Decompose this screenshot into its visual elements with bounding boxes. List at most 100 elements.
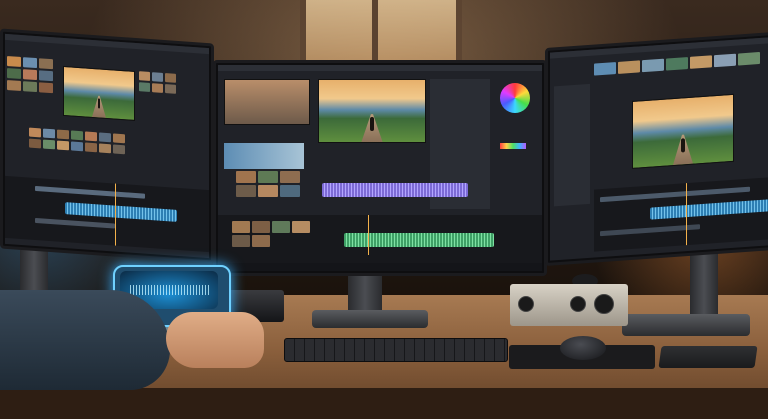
person-silhouette (97, 98, 101, 109)
clip-thumbnail[interactable] (618, 60, 640, 74)
clip-thumbnail[interactable] (152, 83, 163, 93)
clip-thumbnail[interactable] (39, 82, 53, 94)
audio-interface (510, 284, 628, 326)
center-monitor (213, 60, 547, 276)
clip-thumbnail[interactable] (99, 132, 111, 143)
clip-thumbnail[interactable] (152, 72, 163, 82)
program-preview[interactable] (632, 93, 734, 169)
left-monitor-screen (5, 33, 209, 259)
clip-thumbnail[interactable] (272, 221, 290, 233)
clip-thumbnail[interactable] (113, 144, 125, 155)
right-monitor (545, 31, 768, 267)
person-hand (166, 312, 264, 368)
clip-thumbnail[interactable] (252, 221, 270, 233)
clip-thumbnail[interactable] (642, 58, 664, 73)
clip-thumbnail[interactable] (139, 71, 150, 82)
mouse[interactable] (560, 336, 606, 360)
clip-thumbnail[interactable] (738, 51, 760, 66)
playhead[interactable] (115, 183, 116, 246)
source-preview[interactable] (224, 79, 310, 125)
clip-thumbnail[interactable] (165, 84, 176, 94)
person-silhouette (369, 117, 375, 131)
clip-thumbnail[interactable] (232, 221, 250, 233)
color-wheel[interactable] (500, 83, 530, 113)
audio-waveform[interactable] (65, 202, 177, 222)
person-arm (0, 290, 170, 390)
tablet-waveform (130, 285, 210, 295)
right-monitor-base (622, 314, 750, 336)
clip-thumbnail[interactable] (57, 140, 69, 151)
notepad (658, 346, 758, 368)
project-panel (554, 83, 590, 207)
volume-knob[interactable] (594, 294, 614, 314)
clip-thumbnail[interactable] (43, 128, 55, 139)
timeline[interactable] (594, 177, 768, 252)
clip-thumbnail[interactable] (99, 143, 111, 154)
clip-thumbnail[interactable] (258, 185, 278, 197)
timeline[interactable] (218, 215, 542, 263)
taskbar (218, 263, 542, 271)
audio-waveform-green[interactable] (344, 233, 494, 247)
knob[interactable] (518, 296, 534, 312)
clip-thumbnail[interactable] (236, 171, 256, 183)
center-monitor-base (312, 310, 428, 328)
clip-thumbnail[interactable] (7, 80, 21, 91)
clip-thumbnail[interactable] (252, 235, 270, 247)
media-grid (29, 127, 125, 155)
clip-thumbnail[interactable] (39, 70, 53, 82)
clip-thumbnail[interactable] (85, 142, 97, 153)
audio-track[interactable] (600, 224, 700, 237)
color-scope (500, 143, 526, 149)
person-silhouette (681, 137, 685, 153)
audio-waveform-purple[interactable] (322, 183, 468, 197)
playhead[interactable] (686, 183, 687, 246)
clip-thumbnail[interactable] (71, 141, 83, 152)
audio-track[interactable] (35, 217, 115, 229)
clip-thumbnail[interactable] (292, 221, 310, 233)
program-preview[interactable] (318, 79, 426, 143)
clip-thumbnail[interactable] (43, 139, 55, 150)
video-preview[interactable] (63, 65, 135, 121)
keyboard[interactable] (284, 338, 508, 362)
clip-thumbnail[interactable] (7, 56, 21, 67)
audio-waveform[interactable] (650, 199, 768, 220)
timeline[interactable] (5, 175, 209, 253)
clip-thumbnail[interactable] (280, 185, 300, 197)
clip-thumbnail[interactable] (280, 171, 300, 183)
media-bin (236, 171, 300, 197)
clip-thumbnail[interactable] (594, 62, 616, 76)
left-monitor (0, 28, 214, 264)
clip-thumbnail[interactable] (113, 133, 125, 144)
clip-thumbnail[interactable] (23, 57, 37, 69)
clip-thumbnail[interactable] (236, 185, 256, 197)
clip-thumbnail[interactable] (666, 57, 688, 71)
playhead[interactable] (368, 215, 369, 255)
clip-thumbnail[interactable] (23, 81, 37, 93)
clip-thumbnail[interactable] (139, 82, 150, 93)
clip-thumbnail[interactable] (57, 129, 69, 140)
clip-thumbnail[interactable] (29, 127, 41, 138)
clip-thumbnail-large[interactable] (224, 143, 304, 169)
clip-thumbnail[interactable] (23, 69, 37, 81)
clip-thumbnail[interactable] (71, 130, 83, 141)
clip-thumbnail[interactable] (39, 58, 53, 70)
clip-thumbnail[interactable] (690, 55, 712, 69)
clip-thumbnail[interactable] (7, 68, 21, 79)
video-track[interactable] (600, 186, 750, 203)
right-monitor-screen (550, 37, 768, 261)
timeline-clips (232, 221, 310, 247)
knob[interactable] (570, 296, 586, 312)
media-bin (7, 56, 53, 94)
video-track[interactable] (35, 185, 145, 199)
clip-thumbnail[interactable] (165, 73, 176, 83)
clip-thumbnail[interactable] (29, 138, 41, 149)
center-monitor-screen (218, 65, 542, 271)
clip-thumbnail[interactable] (714, 53, 736, 68)
clip-thumbnail[interactable] (85, 131, 97, 142)
filmstrip (594, 51, 760, 76)
clip-thumbnail[interactable] (258, 171, 278, 183)
clip-thumbnail[interactable] (232, 235, 250, 247)
menu-bar (218, 65, 542, 71)
desk-edge (0, 388, 768, 419)
right-monitor-stand (690, 250, 718, 320)
